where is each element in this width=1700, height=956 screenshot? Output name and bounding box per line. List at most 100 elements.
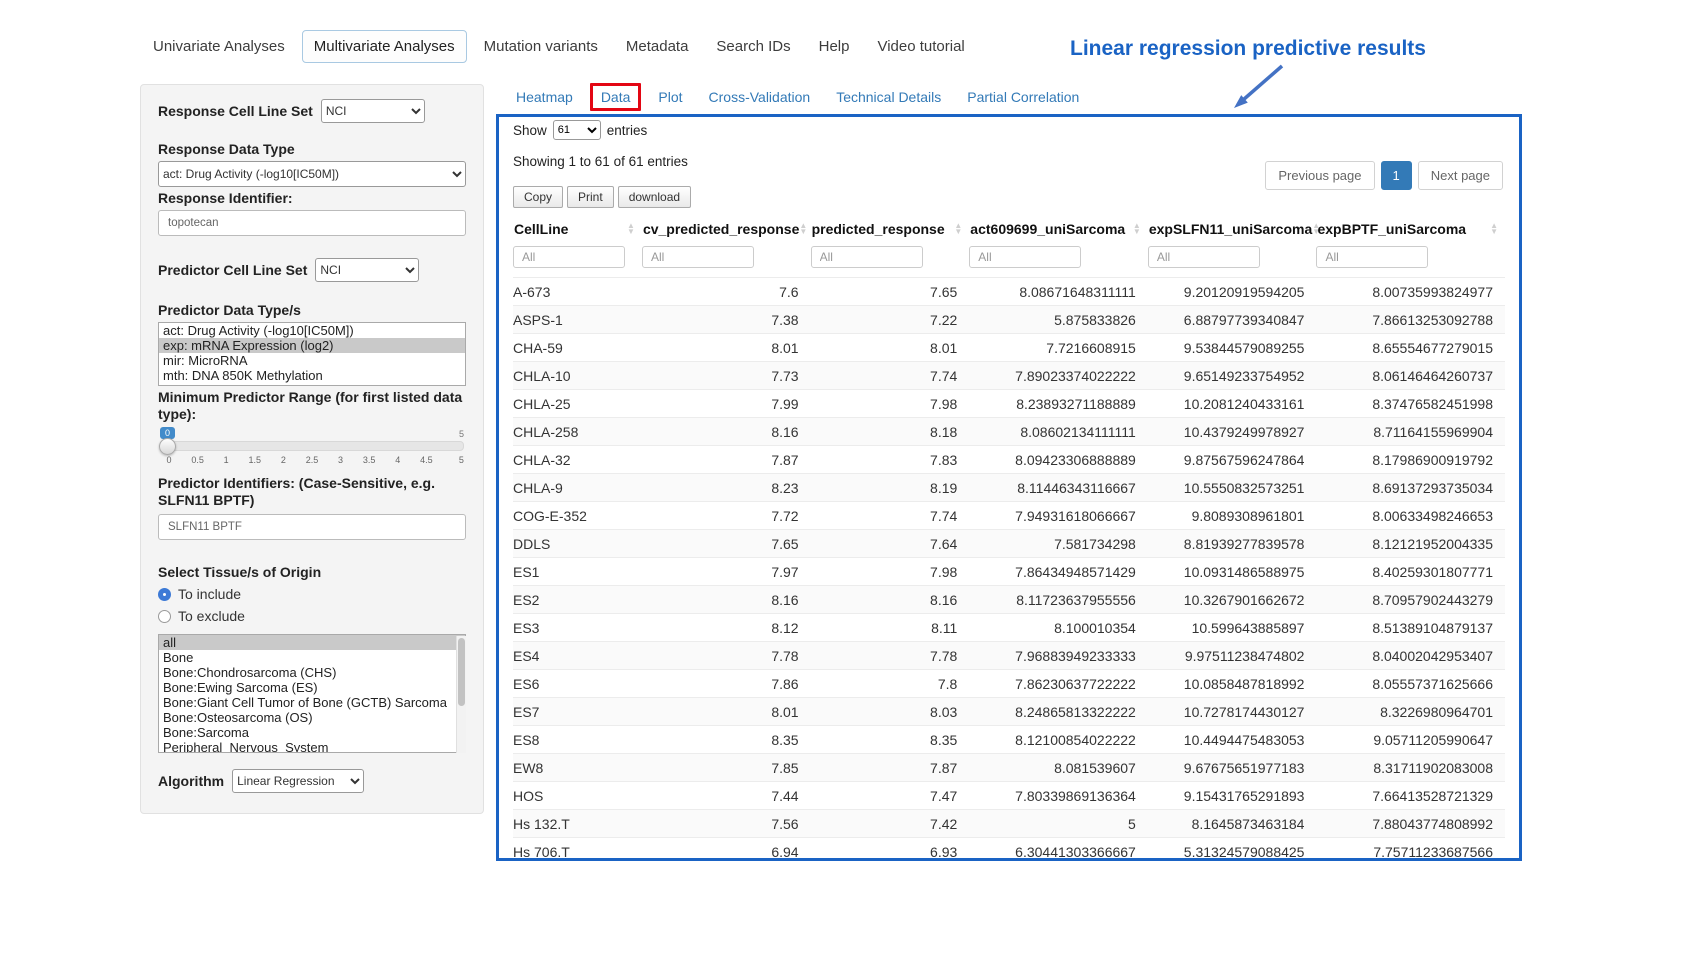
- tissue-option[interactable]: Bone:Ewing Sarcoma (ES): [159, 680, 465, 695]
- tissue-option[interactable]: Bone:Sarcoma: [159, 725, 465, 740]
- sort-icon[interactable]: ▲▼: [1490, 223, 1498, 235]
- exp-bptf-value: 7.75711233687566: [1316, 838, 1505, 866]
- predicted-response-value: 7.83: [811, 446, 970, 474]
- results-tab[interactable]: Technical Details: [825, 83, 952, 111]
- listbox-scrollbar[interactable]: [456, 636, 466, 753]
- tissue-option[interactable]: Bone: [159, 650, 465, 665]
- top-nav-tab[interactable]: Mutation variants: [473, 31, 609, 62]
- sort-icon[interactable]: ▲▼: [1133, 223, 1141, 235]
- column-filter-input[interactable]: [811, 246, 923, 268]
- table-row[interactable]: ES7 8.01 8.03 8.24865813322222 10.727817…: [513, 698, 1505, 726]
- table-row[interactable]: CHLA-32 7.87 7.83 8.09423306888889 9.875…: [513, 446, 1505, 474]
- current-page-button[interactable]: 1: [1381, 161, 1412, 190]
- column-filter-input[interactable]: [969, 246, 1081, 268]
- min-range-slider[interactable]: 0 5 00.511.522.533.544.55: [160, 427, 464, 465]
- column-filter-input[interactable]: [642, 246, 754, 268]
- listbox-option[interactable]: act: Drug Activity (-log10[IC50M]): [159, 323, 465, 338]
- cell-line-name: CHLA-25: [513, 390, 642, 418]
- export-button[interactable]: download: [618, 186, 691, 208]
- column-header[interactable]: act609699_uniSarcoma ▲▼: [969, 214, 1148, 244]
- table-row[interactable]: CHA-59 8.01 8.01 7.7216608915 9.53844579…: [513, 334, 1505, 362]
- table-row[interactable]: ES3 8.12 8.11 8.100010354 10.59964388589…: [513, 614, 1505, 642]
- cell-line-name: ES3: [513, 614, 642, 642]
- algorithm-select[interactable]: Linear Regression: [232, 769, 364, 793]
- table-row[interactable]: Hs 706.T 6.94 6.93 6.30441303366667 5.31…: [513, 838, 1505, 866]
- predicted-response-value: 7.74: [811, 502, 970, 530]
- table-row[interactable]: ES4 7.78 7.78 7.96883949233333 9.9751123…: [513, 642, 1505, 670]
- response-data-type-select[interactable]: act: Drug Activity (-log10[IC50M]): [158, 161, 466, 187]
- tissue-option[interactable]: Bone:Giant Cell Tumor of Bone (GCTB) Sar…: [159, 695, 465, 710]
- column-filter-input[interactable]: [1148, 246, 1260, 268]
- response-cell-line-set-select[interactable]: NCI: [321, 99, 425, 123]
- table-row[interactable]: CHLA-25 7.99 7.98 8.23893271188889 10.20…: [513, 390, 1505, 418]
- tissue-option[interactable]: Bone:Chondrosarcoma (CHS): [159, 665, 465, 680]
- tissue-option[interactable]: Bone:Osteosarcoma (OS): [159, 710, 465, 725]
- predictor-identifiers-input[interactable]: [158, 514, 466, 540]
- slider-track[interactable]: [160, 441, 464, 451]
- exp-bptf-value: 8.31711902083008: [1316, 754, 1505, 782]
- sort-icon[interactable]: ▲▼: [627, 223, 635, 235]
- table-row[interactable]: A-673 7.6 7.65 8.08671648311111 9.201209…: [513, 278, 1505, 306]
- cell-line-name: ASPS-1: [513, 306, 642, 334]
- export-button[interactable]: Print: [567, 186, 614, 208]
- table-row[interactable]: ES2 8.16 8.16 8.11723637955556 10.326790…: [513, 586, 1505, 614]
- tissue-radio[interactable]: To include: [158, 586, 466, 602]
- results-tab[interactable]: Heatmap: [505, 83, 584, 111]
- tissue-option[interactable]: Peripheral_Nervous_System: [159, 740, 465, 753]
- cell-line-name: CHLA-9: [513, 474, 642, 502]
- top-nav-tab[interactable]: Metadata: [615, 31, 700, 62]
- previous-page-button[interactable]: Previous page: [1265, 161, 1374, 190]
- listbox-option[interactable]: mir: MicroRNA: [159, 353, 465, 368]
- act-value: 8.08671648311111: [969, 278, 1148, 306]
- column-header[interactable]: expSLFN11_uniSarcoma ▲▼: [1148, 214, 1317, 244]
- export-button[interactable]: Copy: [513, 186, 563, 208]
- table-row[interactable]: ASPS-1 7.38 7.22 5.875833826 6.887977393…: [513, 306, 1505, 334]
- results-tab[interactable]: Partial Correlation: [956, 83, 1090, 111]
- listbox-option[interactable]: mth: DNA 850K Methylation: [159, 368, 465, 383]
- table-row[interactable]: DDLS 7.65 7.64 7.581734298 8.81939277839…: [513, 530, 1505, 558]
- results-tab[interactable]: Cross-Validation: [698, 83, 822, 111]
- table-row[interactable]: COG-E-352 7.72 7.74 7.94931618066667 9.8…: [513, 502, 1505, 530]
- tissue-listbox[interactable]: all Bone Bone:Chondrosarcoma (CHS) Bone:…: [158, 634, 466, 753]
- act-value: 7.96883949233333: [969, 642, 1148, 670]
- table-row[interactable]: CHLA-258 8.16 8.18 8.08602134111111 10.4…: [513, 418, 1505, 446]
- table-row[interactable]: ES8 8.35 8.35 8.12100854022222 10.449447…: [513, 726, 1505, 754]
- column-header[interactable]: CellLine ▲▼: [513, 214, 642, 244]
- tissue-option[interactable]: all: [159, 635, 465, 650]
- top-nav-tab[interactable]: Univariate Analyses: [142, 31, 296, 62]
- response-identifier-input[interactable]: [158, 210, 466, 236]
- results-tab[interactable]: Plot: [647, 83, 693, 111]
- listbox-scrollbar-thumb[interactable]: [458, 638, 465, 706]
- table-row[interactable]: EW8 7.85 7.87 8.081539607 9.676756519771…: [513, 754, 1505, 782]
- sort-icon[interactable]: ▲▼: [954, 223, 962, 235]
- slider-handle[interactable]: [159, 438, 176, 455]
- predictor-data-types-listbox[interactable]: act: Drug Activity (-log10[IC50M]) exp: …: [158, 322, 466, 386]
- cell-line-name: CHA-59: [513, 334, 642, 362]
- table-row[interactable]: Hs 132.T 7.56 7.42 5 8.1645873463184 7.8…: [513, 810, 1505, 838]
- entries-per-page-select[interactable]: 61: [553, 120, 601, 140]
- top-nav-tab[interactable]: Multivariate Analyses: [302, 30, 467, 63]
- results-tab[interactable]: Data: [590, 83, 642, 111]
- column-filter-input[interactable]: [513, 246, 625, 268]
- column-filter-input[interactable]: [1316, 246, 1428, 268]
- top-nav-tab[interactable]: Help: [808, 31, 861, 62]
- exp-slfn11-value: 9.20120919594205: [1148, 278, 1317, 306]
- table-row[interactable]: ES1 7.97 7.98 7.86434948571429 10.093148…: [513, 558, 1505, 586]
- exp-bptf-value: 8.71164155969904: [1316, 418, 1505, 446]
- column-header-label: expBPTF_uniSarcoma: [1317, 221, 1466, 237]
- table-row[interactable]: CHLA-9 8.23 8.19 8.11446343116667 10.555…: [513, 474, 1505, 502]
- predictor-cell-line-set-select[interactable]: NCI: [315, 258, 419, 282]
- sort-icon[interactable]: ▲▼: [799, 223, 807, 235]
- listbox-option[interactable]: exp: mRNA Expression (log2): [159, 338, 465, 353]
- column-header[interactable]: predicted_response ▲▼: [811, 214, 970, 244]
- top-nav-tab[interactable]: Video tutorial: [866, 31, 975, 62]
- column-header[interactable]: cv_predicted_response ▲▼: [642, 214, 811, 244]
- table-row[interactable]: ES6 7.86 7.8 7.86230637722222 10.0858487…: [513, 670, 1505, 698]
- slider-tick-label: 5: [446, 455, 464, 465]
- top-nav-tab[interactable]: Search IDs: [705, 31, 801, 62]
- column-header[interactable]: expBPTF_uniSarcoma ▲▼: [1316, 214, 1505, 244]
- table-row[interactable]: HOS 7.44 7.47 7.80339869136364 9.1543176…: [513, 782, 1505, 810]
- tissue-radio[interactable]: To exclude: [158, 608, 466, 624]
- next-page-button[interactable]: Next page: [1418, 161, 1503, 190]
- table-row[interactable]: CHLA-10 7.73 7.74 7.89023374022222 9.651…: [513, 362, 1505, 390]
